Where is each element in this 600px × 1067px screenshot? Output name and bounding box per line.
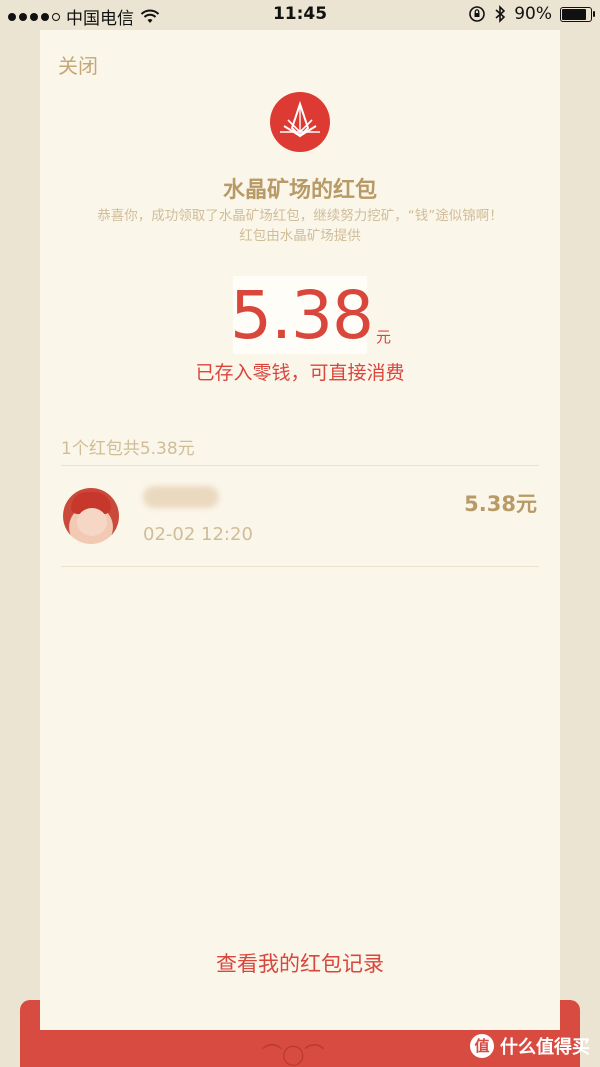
orientation-lock-icon	[469, 6, 486, 22]
blurred-name	[143, 486, 219, 508]
status-bar: 中国电信 11:45 90%	[0, 0, 600, 30]
cloud-swirl-icon: ⌒◯⌒	[262, 1042, 325, 1066]
list-item[interactable]: 02-02 12:20 5.38元	[61, 466, 539, 566]
subtitle-line-2: 红包由水晶矿场提供	[239, 228, 361, 244]
divider	[61, 566, 539, 567]
watermark: 值 什么值得买	[470, 1033, 590, 1059]
bluetooth-icon	[495, 5, 506, 23]
view-records-link[interactable]: 查看我的红包记录	[40, 948, 560, 978]
red-packet-card: 关闭 水晶矿场的红包 恭喜你，成功领取了水晶矿场红包，继续努力挖矿，“钱”途似锦…	[40, 30, 560, 1030]
status-right: 90%	[468, 4, 595, 24]
battery-icon	[560, 6, 595, 22]
subtitle-line-1: 恭喜你，成功领取了水晶矿场红包，继续努力挖矿，“钱”途似锦啊！	[97, 208, 503, 224]
avatar	[63, 488, 119, 544]
amount-unit: 元	[376, 328, 392, 346]
packet-subtitle: 恭喜你，成功领取了水晶矿场红包，继续努力挖矿，“钱”途似锦啊！ 红包由水晶矿场提…	[60, 206, 540, 246]
envelope-paper-edge	[40, 1000, 560, 1030]
close-button[interactable]: 关闭	[58, 50, 98, 79]
battery-percent: 90%	[514, 4, 552, 24]
record-time: 02-02 12:20	[143, 524, 253, 545]
smzdm-logo-icon: 值	[470, 1034, 494, 1058]
packet-amount: 5.38	[230, 277, 374, 354]
crystal-mine-logo-icon	[270, 92, 330, 152]
record-amount: 5.38元	[464, 492, 537, 516]
packet-summary: 1个红包共5.38元	[61, 439, 195, 459]
packet-title: 水晶矿场的红包	[222, 178, 377, 203]
watermark-text: 什么值得买	[500, 1037, 590, 1058]
stored-note: 已存入零钱，可直接消费	[195, 362, 405, 384]
